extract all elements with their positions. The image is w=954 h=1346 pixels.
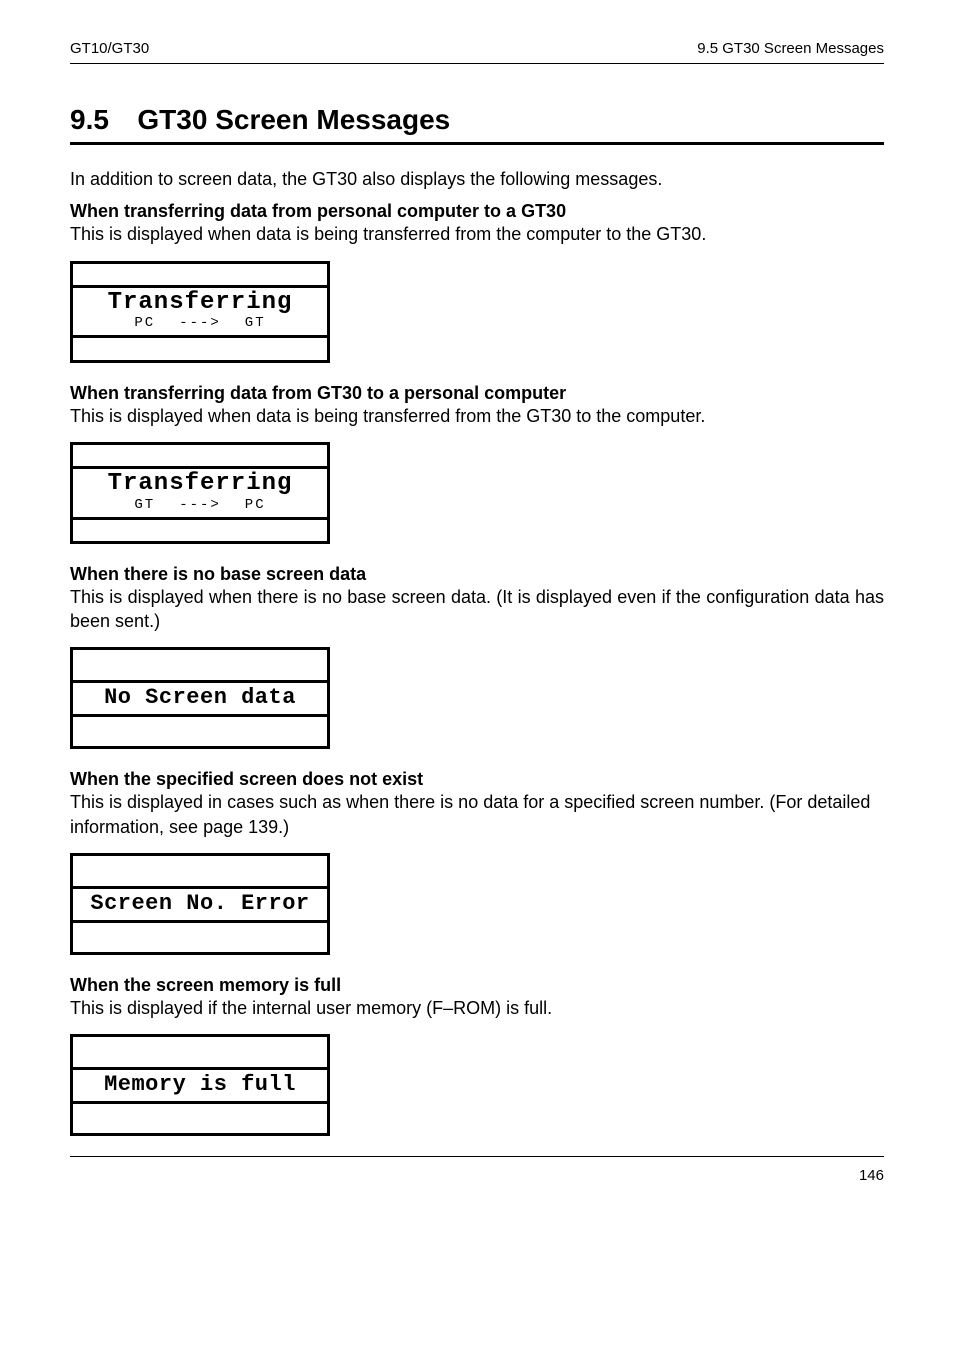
message-block: When transferring data from personal com… bbox=[70, 201, 884, 362]
block-heading: When the specified screen does not exist bbox=[70, 769, 884, 790]
block-paragraph: This is displayed when data is being tra… bbox=[70, 222, 884, 246]
header-right: 9.5 GT30 Screen Messages bbox=[697, 40, 884, 57]
message-block: When transferring data from GT30 to a pe… bbox=[70, 383, 884, 544]
block-heading: When transferring data from personal com… bbox=[70, 201, 884, 222]
message-block: When the specified screen does not exist… bbox=[70, 769, 884, 955]
lcd-single-text: No Screen data bbox=[73, 685, 327, 710]
block-paragraph: This is displayed if the internal user m… bbox=[70, 996, 884, 1020]
lcd-to: GT bbox=[245, 315, 266, 331]
page-footer: 146 bbox=[70, 1156, 884, 1184]
page-number: 146 bbox=[859, 1167, 884, 1184]
lcd-display: No Screen data bbox=[70, 647, 330, 749]
lcd-display: Screen No. Error bbox=[70, 853, 330, 955]
section-heading: 9.5 GT30 Screen Messages bbox=[70, 104, 884, 136]
section-title: GT30 Screen Messages bbox=[137, 104, 450, 135]
lcd-main-text: Transferring bbox=[73, 290, 327, 316]
lcd-inner: No Screen data bbox=[73, 680, 327, 717]
lcd-sub-text: PC ---> GT bbox=[73, 315, 327, 331]
lcd-inner: TransferringGT ---> PC bbox=[73, 466, 327, 519]
message-block: When the screen memory is fullThis is di… bbox=[70, 975, 884, 1136]
content-blocks: When transferring data from personal com… bbox=[70, 201, 884, 1136]
lcd-single-text: Memory is full bbox=[73, 1072, 327, 1097]
lcd-main-text: Transferring bbox=[73, 471, 327, 497]
block-heading: When transferring data from GT30 to a pe… bbox=[70, 383, 884, 404]
block-heading: When there is no base screen data bbox=[70, 564, 884, 585]
block-paragraph: This is displayed when there is no base … bbox=[70, 585, 884, 634]
block-heading: When the screen memory is full bbox=[70, 975, 884, 996]
block-paragraph: This is displayed in cases such as when … bbox=[70, 790, 884, 839]
lcd-inner: Screen No. Error bbox=[73, 886, 327, 923]
lcd-inner: TransferringPC ---> GT bbox=[73, 285, 327, 338]
section-underline bbox=[70, 142, 884, 145]
lcd-inner: Memory is full bbox=[73, 1067, 327, 1104]
block-paragraph: This is displayed when data is being tra… bbox=[70, 404, 884, 428]
lcd-arrow-icon: ---> bbox=[179, 315, 221, 331]
lcd-to: PC bbox=[245, 497, 266, 513]
lcd-display: TransferringPC ---> GT bbox=[70, 261, 330, 363]
lcd-sub-text: GT ---> PC bbox=[73, 497, 327, 513]
lcd-arrow-icon: ---> bbox=[179, 497, 221, 513]
lcd-from: GT bbox=[134, 497, 155, 513]
intro-paragraph: In addition to screen data, the GT30 als… bbox=[70, 167, 884, 191]
section-number: 9.5 bbox=[70, 104, 109, 135]
lcd-single-text: Screen No. Error bbox=[73, 891, 327, 916]
lcd-display: TransferringGT ---> PC bbox=[70, 442, 330, 544]
header-left: GT10/GT30 bbox=[70, 40, 149, 57]
lcd-from: PC bbox=[134, 315, 155, 331]
page-header: GT10/GT30 9.5 GT30 Screen Messages bbox=[70, 0, 884, 64]
message-block: When there is no base screen dataThis is… bbox=[70, 564, 884, 750]
lcd-display: Memory is full bbox=[70, 1034, 330, 1136]
